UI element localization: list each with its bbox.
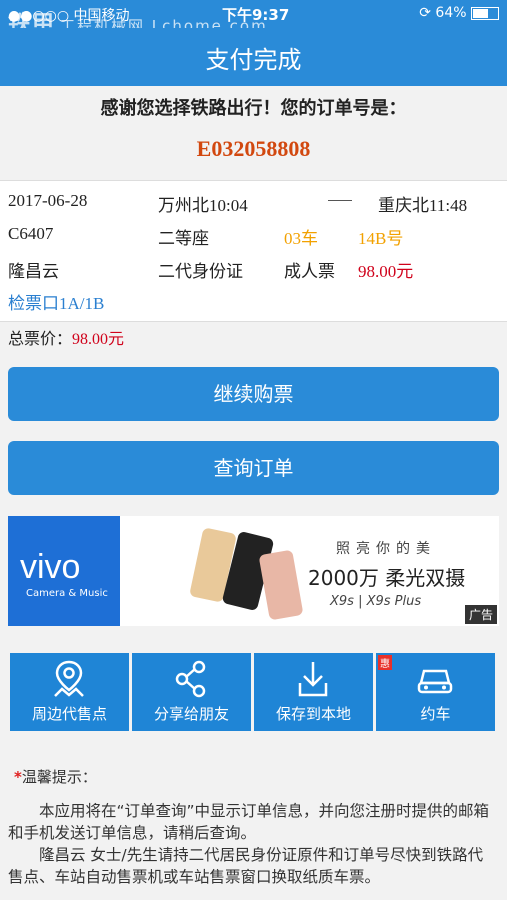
ad-models: X9s | X9s Plus	[330, 594, 422, 609]
tips-paragraph-2: 隆昌云 女士/先生请持二代居民身份证原件和订单号尽快到铁路代售点、车站自动售票机…	[8, 846, 484, 886]
battery-percent: 64%	[435, 5, 467, 21]
ticket-gate: 检票口1A/1B	[8, 294, 105, 313]
vivo-logo-panel: vivo Camera & Music	[8, 516, 120, 626]
tips-paragraph-1: 本应用将在“订单查询”中显示订单信息，并向您注册时提供的邮箱和手机发送订单信息，…	[8, 802, 490, 842]
ad-banner[interactable]: vivo Camera & Music 照亮你的美 2000万 柔光双摄 X9s…	[8, 516, 499, 626]
tile-label: 保存到本地	[275, 705, 351, 723]
title-bar: 支付完成	[0, 28, 507, 86]
tile-label: 约车	[420, 705, 451, 723]
brand-logo: vivo	[20, 548, 81, 586]
arrival-station-time: 重庆北11:48	[378, 196, 468, 215]
seat-class: 二等座	[158, 229, 209, 248]
lock-rotation-icon: ⟳	[419, 5, 431, 21]
total-price: 总票价：98.00元	[8, 325, 124, 349]
tips-body: 本应用将在“订单查询”中显示订单信息，并向您注册时提供的邮箱和手机发送订单信息，…	[8, 800, 495, 888]
status-bar: ●●○○○ 中国移动 下午9:37 ⟳ 64% 铁甲 工程机械网 Lchome.c…	[0, 0, 507, 37]
tips-heading: *温馨提示：	[14, 766, 97, 787]
brand-tagline: Camera & Music	[26, 588, 108, 599]
route-arrow-icon	[328, 200, 352, 201]
order-number: E032058808	[196, 136, 311, 161]
tile-label: 周边代售点	[31, 705, 107, 723]
battery-icon	[471, 6, 499, 20]
page-title: 支付完成	[205, 46, 302, 74]
asterisk-icon: *	[14, 768, 22, 786]
seat-number: 14B号	[358, 229, 404, 248]
total-value: 98.00元	[72, 331, 125, 348]
car-number: 03车	[284, 229, 318, 248]
id-type: 二代身份证	[158, 262, 243, 281]
ad-slogan: 照亮你的美	[336, 541, 436, 557]
travel-date: 2017-06-28	[8, 191, 88, 210]
nearby-agency-tile[interactable]: 周边代售点	[10, 653, 129, 731]
total-label: 总票价：	[8, 329, 73, 348]
tile-label: 分享给朋友	[153, 705, 229, 723]
passenger-name: 隆昌云	[8, 262, 59, 281]
battery-indicator: ⟳ 64%	[419, 5, 499, 21]
car-icon	[417, 669, 453, 694]
share-friends-tile[interactable]: 分享给朋友	[132, 653, 251, 731]
download-icon	[298, 662, 328, 697]
phone-image-rose	[258, 549, 304, 621]
ad-label: 广告	[464, 605, 497, 624]
continue-purchase-button[interactable]: 继续购票	[8, 367, 499, 421]
ticket-type: 成人票	[284, 262, 335, 281]
share-icon	[175, 660, 206, 698]
departure-station-time: 万州北10:04	[158, 196, 248, 215]
ticket-price: 98.00元	[358, 262, 414, 281]
discount-badge: 惠	[378, 655, 392, 670]
location-map-icon	[54, 660, 84, 697]
ride-hail-tile[interactable]: 惠 约车	[376, 653, 495, 731]
ticket-card: 2017-06-28 万州北10:04 重庆北11:48 C6407 二等座 0…	[0, 180, 507, 322]
query-order-button[interactable]: 查询订单	[8, 441, 499, 495]
train-number: C6407	[8, 224, 54, 243]
save-local-tile[interactable]: 保存到本地	[254, 653, 373, 731]
tips-title: 温馨提示：	[21, 768, 97, 786]
ad-headline: 2000万 柔光双摄	[308, 566, 466, 590]
thanks-message: 感谢您选择铁路出行！您的订单号是：	[100, 98, 407, 119]
